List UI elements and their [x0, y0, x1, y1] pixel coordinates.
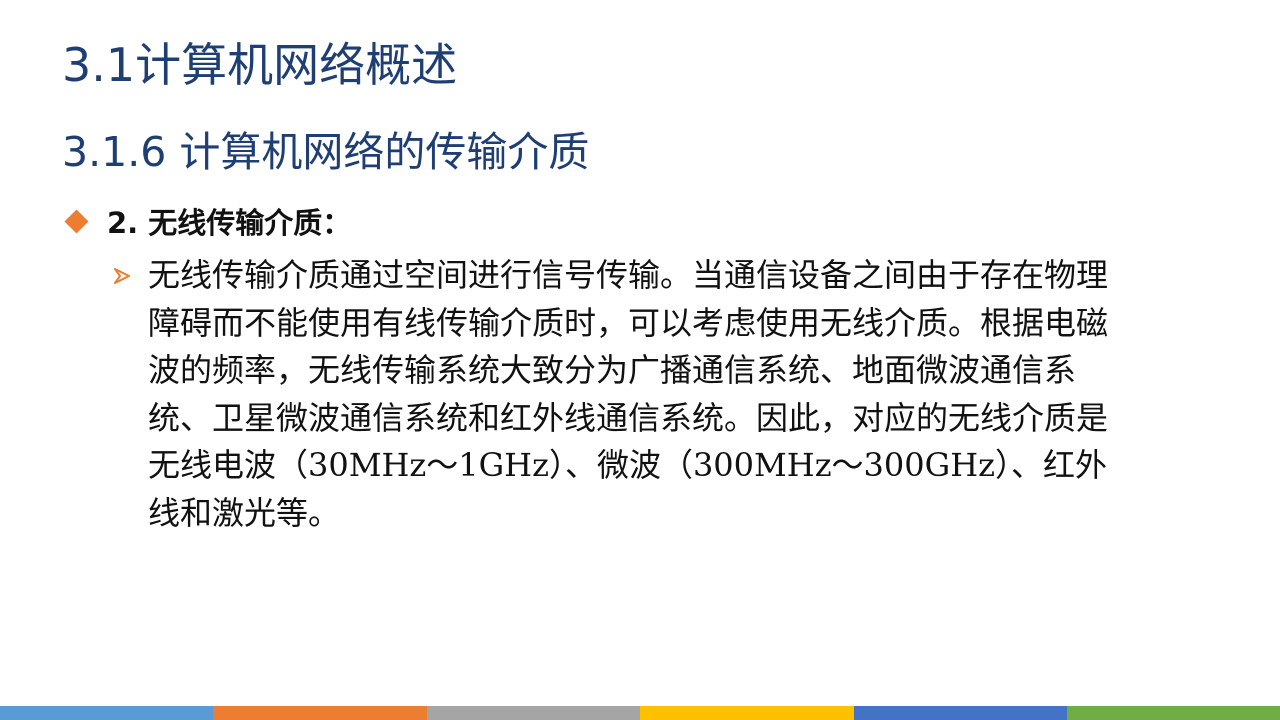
slide-subtitle: 3.1.6 计算机网络的传输介质 — [62, 128, 590, 176]
arrow-bullet-icon — [112, 252, 140, 300]
bullet-level1-text: 2. 无线传输介质： — [107, 206, 352, 240]
bullet-level1: 2. 无线传输介质： — [64, 198, 352, 244]
bullet-level2: 无线传输介质通过空间进行信号传输。当通信设备之间由于存在物理障碍而不能使用有线传… — [112, 252, 1138, 537]
footer-segment — [213, 706, 427, 720]
footer-segment — [640, 706, 854, 720]
footer-segment — [0, 706, 213, 720]
footer-segment — [854, 706, 1067, 720]
footer-segment — [427, 706, 640, 720]
footer-segment — [1067, 706, 1280, 720]
slide: 3.1计算机网络概述 3.1.6 计算机网络的传输介质 2. 无线传输介质： 无… — [0, 0, 1280, 720]
footer-color-bar — [0, 706, 1280, 720]
diamond-bullet-icon — [64, 208, 89, 234]
bullet-level2-text: 无线传输介质通过空间进行信号传输。当通信设备之间由于存在物理障碍而不能使用有线传… — [148, 256, 1109, 532]
slide-title: 3.1计算机网络概述 — [62, 38, 458, 92]
